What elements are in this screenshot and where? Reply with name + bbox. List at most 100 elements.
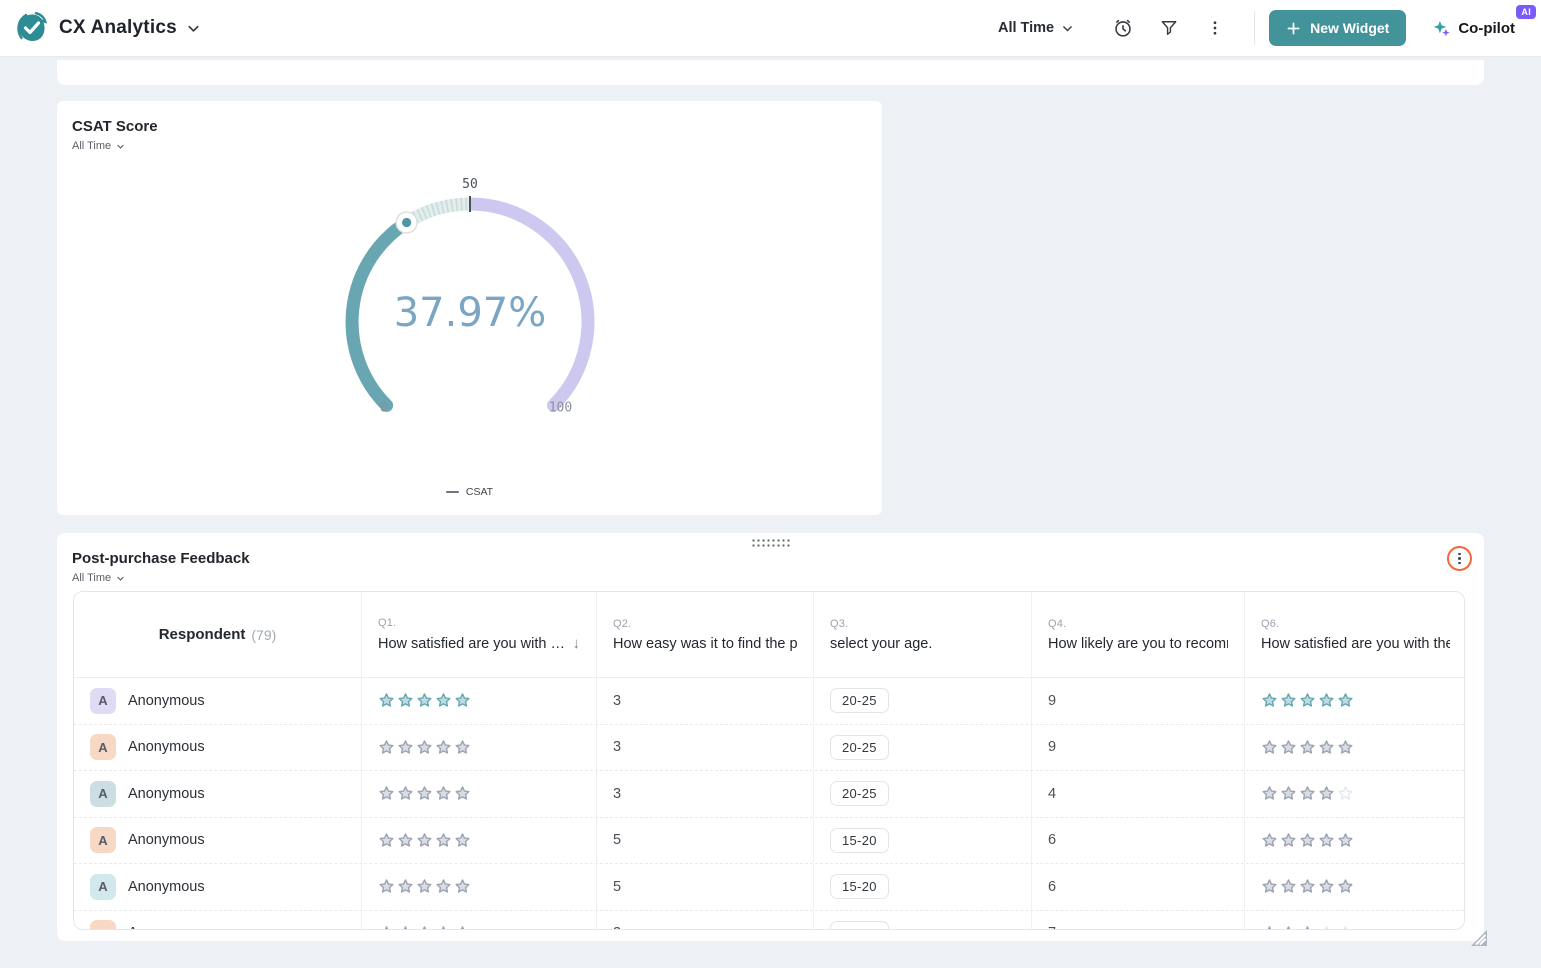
question-column-header[interactable]: Q4. How likely are you to recomm… ↓ <box>1031 592 1244 677</box>
csat-widget: CSAT Score All Time 50 37.97% 0 100 CSAT <box>57 101 882 515</box>
respondent-name: Anonymous <box>128 832 205 848</box>
table-row[interactable]: A Anonymous 5 15-20 6 <box>74 863 1464 910</box>
q3-age-cell: 20-25 <box>813 771 1031 817</box>
gauge-threshold-label: 50 <box>462 177 478 192</box>
feedback-table-header: Respondent (79) Q1. How satisfied are yo… <box>74 592 1464 677</box>
q3-age-cell: 15-20 <box>813 818 1031 864</box>
star-icon <box>435 692 452 709</box>
star-icon <box>1318 692 1335 709</box>
filter-funnel-icon <box>1159 18 1179 38</box>
q6-rating-cell <box>1244 818 1465 864</box>
table-row[interactable]: A Anonymous 3 20-25 7 <box>74 910 1464 931</box>
q2-value: 3 <box>613 739 621 755</box>
respondent-cell: A Anonymous <box>74 771 361 817</box>
widget-menu-button[interactable] <box>1447 546 1472 571</box>
header-more-menu-button[interactable] <box>1203 16 1227 40</box>
table-row[interactable]: A Anonymous 3 20-25 4 <box>74 770 1464 817</box>
star-icon <box>454 878 471 895</box>
partial-widget-above <box>57 60 1484 85</box>
star-icon <box>397 878 414 895</box>
table-row[interactable]: A Anonymous 3 20-25 9 <box>74 724 1464 771</box>
q3-age-cell: 20-25 <box>813 678 1031 724</box>
question-column-header[interactable]: Q6. How satisfied are you with the… ↓ <box>1244 592 1465 677</box>
alerts-button[interactable] <box>1111 16 1135 40</box>
respondent-name: Anonymous <box>128 925 205 930</box>
star-icon <box>397 739 414 756</box>
q4-value: 4 <box>1048 786 1056 802</box>
age-chip: 20-25 <box>830 921 889 930</box>
table-row[interactable]: A Anonymous 5 15-20 6 <box>74 817 1464 864</box>
star-icon <box>1337 739 1354 756</box>
avatar: A <box>90 688 116 714</box>
feedback-table: Respondent (79) Q1. How satisfied are yo… <box>73 591 1465 930</box>
avatar: A <box>90 874 116 900</box>
q4-value-cell: 6 <box>1031 818 1244 864</box>
star-icon <box>1299 785 1316 802</box>
feedback-time-filter[interactable]: All Time <box>72 572 125 584</box>
filter-button[interactable] <box>1157 16 1181 40</box>
age-chip: 15-20 <box>830 874 889 899</box>
star-rating <box>1261 692 1354 709</box>
q2-value-cell: 3 <box>596 678 813 724</box>
copilot-button[interactable]: Co-pilot AI <box>1432 19 1515 38</box>
table-row[interactable]: A Anonymous 3 20-25 9 <box>74 677 1464 724</box>
question-column-header[interactable]: Q3. select your age. ↓ <box>813 592 1031 677</box>
global-time-filter[interactable]: All Time <box>998 20 1074 36</box>
question-number: Q4. <box>1048 618 1228 630</box>
gauge-min-label: 0 <box>380 400 388 415</box>
new-widget-label: New Widget <box>1310 20 1389 36</box>
chevron-down-icon <box>116 574 125 583</box>
star-rating <box>1261 878 1354 895</box>
q6-rating-cell <box>1244 911 1465 931</box>
star-icon <box>397 785 414 802</box>
q1-rating-cell <box>361 864 596 910</box>
app-title: CX Analytics <box>59 17 177 39</box>
question-number: Q1. <box>378 617 580 629</box>
resize-handle-icon[interactable] <box>1468 927 1488 947</box>
star-icon <box>416 832 433 849</box>
alarm-clock-icon <box>1112 17 1134 39</box>
widget-drag-handle[interactable] <box>751 538 791 548</box>
star-rating <box>1261 739 1354 756</box>
star-icon <box>454 692 471 709</box>
new-widget-button[interactable]: New Widget <box>1269 10 1406 46</box>
csat-gauge-chart: 50 37.97% 0 100 <box>57 101 882 515</box>
q1-rating-cell <box>361 678 596 724</box>
respondent-cell: A Anonymous <box>74 725 361 771</box>
q4-value-cell: 6 <box>1031 864 1244 910</box>
avatar: A <box>90 781 116 807</box>
star-icon <box>1299 739 1316 756</box>
respondent-column-header: Respondent (79) <box>74 592 361 677</box>
star-rating <box>1261 925 1354 930</box>
q4-value-cell: 9 <box>1031 725 1244 771</box>
star-rating <box>378 832 471 849</box>
gauge-value: 37.97% <box>394 290 547 336</box>
question-column-header[interactable]: Q1. How satisfied are you with … ↓ <box>361 592 596 677</box>
star-icon <box>1299 692 1316 709</box>
question-column-header[interactable]: Q2. How easy was it to find the pr… ↓ <box>596 592 813 677</box>
q4-value: 6 <box>1048 879 1056 895</box>
star-icon <box>1280 692 1297 709</box>
star-icon <box>416 692 433 709</box>
q1-rating-cell <box>361 725 596 771</box>
feedback-table-body: A Anonymous 3 20-25 9 A Anonymous 3 20-2… <box>74 677 1464 930</box>
star-icon <box>454 925 471 930</box>
kebab-menu-icon <box>1206 19 1224 37</box>
star-rating <box>378 739 471 756</box>
app-title-chevron-icon[interactable] <box>186 21 201 36</box>
star-icon <box>378 739 395 756</box>
sort-descending-icon[interactable]: ↓ <box>573 635 581 652</box>
copilot-label: Co-pilot <box>1458 20 1515 37</box>
star-icon <box>435 832 452 849</box>
sparkle-icon <box>1432 19 1451 38</box>
star-icon <box>1318 832 1335 849</box>
star-icon <box>378 878 395 895</box>
star-icon <box>416 739 433 756</box>
gauge-max-label: 100 <box>549 400 572 415</box>
star-icon <box>1261 878 1278 895</box>
q1-rating-cell <box>361 911 596 931</box>
star-icon <box>1261 832 1278 849</box>
question-label: How likely are you to recomm… <box>1048 636 1228 652</box>
respondent-name: Anonymous <box>128 786 205 802</box>
respondent-cell: A Anonymous <box>74 818 361 864</box>
